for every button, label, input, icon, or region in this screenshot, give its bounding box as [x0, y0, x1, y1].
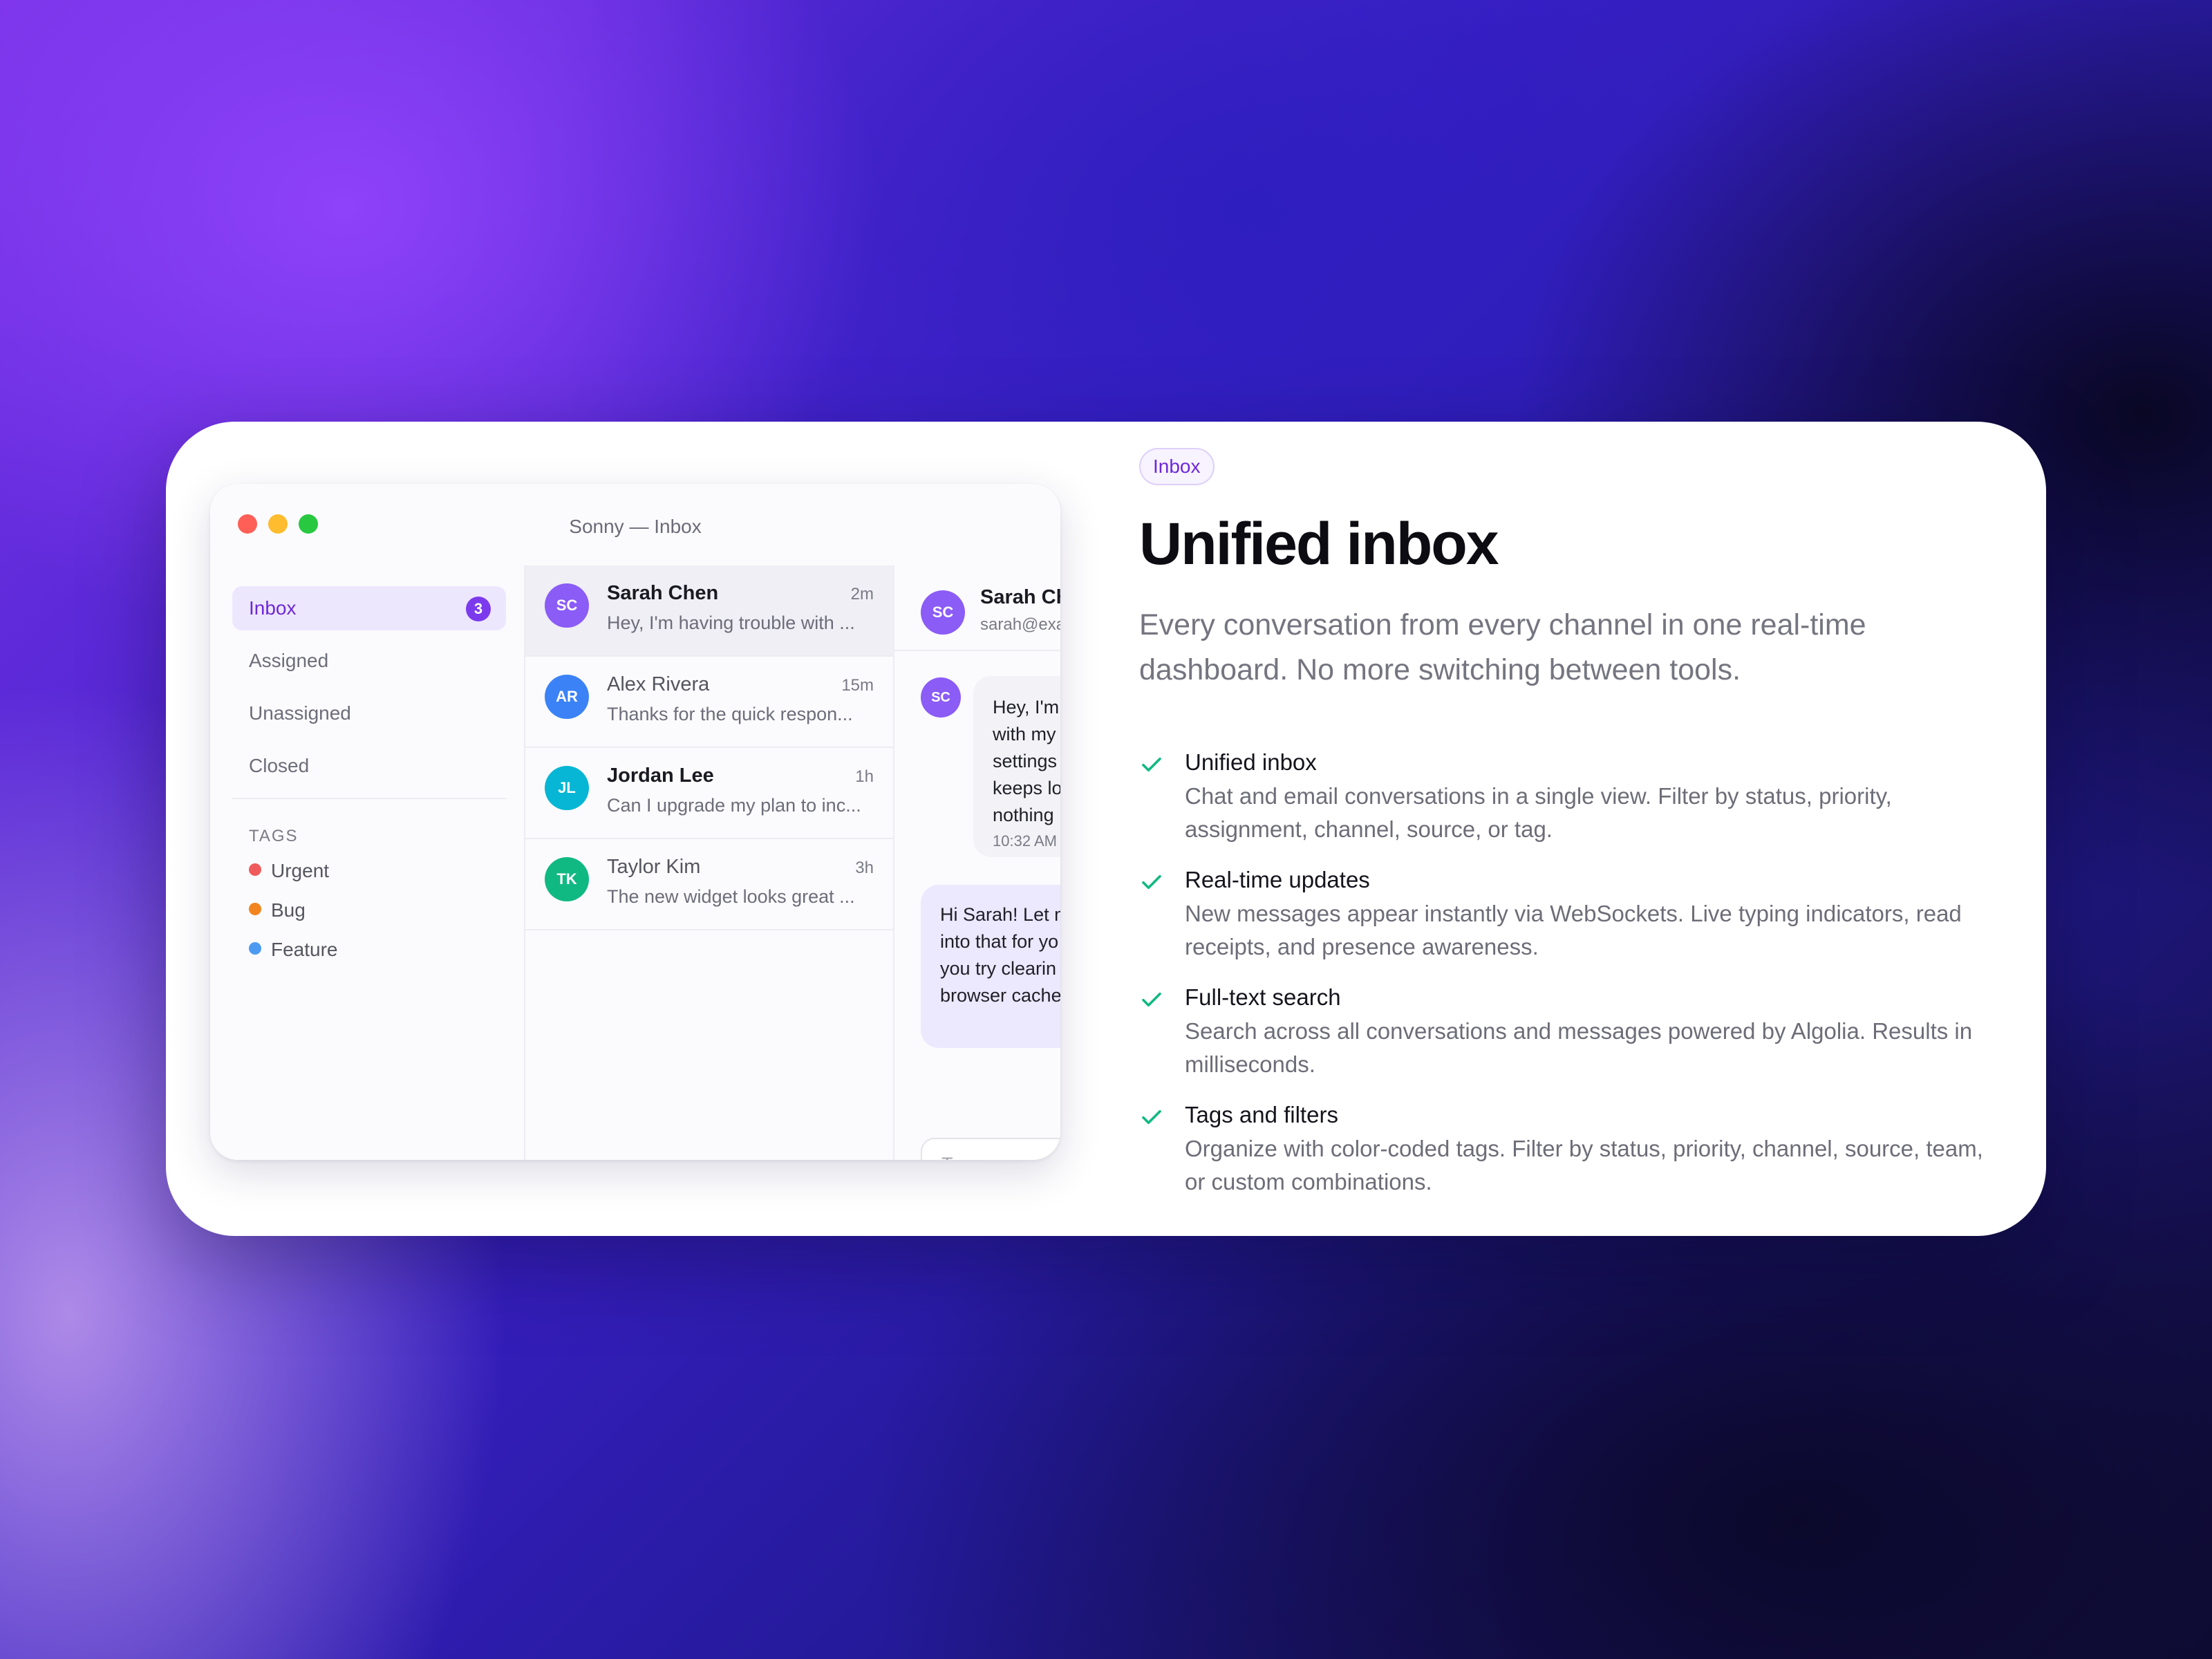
tag-feature[interactable]: Feature: [249, 939, 338, 961]
avatar: JL: [545, 766, 589, 810]
conversation-preview: Thanks for the quick respon...: [607, 704, 853, 724]
conversation-time: 3h: [855, 859, 874, 877]
check-icon: [1142, 757, 1161, 772]
conversation-preview: Hey, I'm having trouble with ...: [607, 612, 855, 633]
conversation-item[interactable]: JL Jordan Lee 1h Can I upgrade my plan t…: [525, 748, 893, 839]
app-window: Sonny — Inbox Inbox 3 Assigned Unassigne…: [210, 484, 1060, 1160]
message-avatar: SC: [921, 677, 961, 718]
sidebar-item-closed[interactable]: Closed: [232, 744, 506, 788]
tag-color-dot: [249, 942, 261, 955]
avatar: TK: [545, 857, 589, 901]
sidebar-item-label: Inbox: [249, 597, 297, 619]
conversation-name: Taylor Kim: [607, 856, 701, 878]
check-icon: [1142, 1109, 1161, 1125]
outgoing-message: Hi Sarah! Let m into that for yo you try…: [921, 885, 1060, 1048]
chat-header: SC Sarah Ch sarah@exa: [894, 565, 1060, 651]
tag-bug[interactable]: Bug: [249, 899, 306, 921]
page-subtitle: Every conversation from every channel in…: [1139, 608, 1866, 686]
conversation-time: 1h: [855, 767, 874, 786]
unread-count-badge: 3: [466, 597, 491, 621]
tag-urgent[interactable]: Urgent: [249, 860, 329, 882]
reply-input[interactable]: [921, 1138, 1060, 1160]
feature-title: Full-text search: [1185, 984, 1341, 1010]
message-time: 10:32 AM: [993, 832, 1057, 850]
sidebar: Inbox 3 Assigned Unassigned Closed TAGS …: [210, 565, 525, 1160]
tag-color-dot: [249, 863, 261, 876]
contact-avatar: SC: [921, 590, 965, 635]
sidebar-item-label: Unassigned: [249, 702, 351, 724]
conversation-name: Jordan Lee: [607, 765, 714, 787]
section-pill: Inbox: [1139, 448, 1215, 485]
avatar: AR: [545, 675, 589, 719]
conversation-name: Alex Rivera: [607, 673, 710, 695]
contact-email: sarah@exa: [980, 615, 1060, 634]
feature-title: Real-time updates: [1185, 867, 1370, 892]
contact-name: Sarah Ch: [980, 586, 1060, 608]
conversation-name: Sarah Chen: [607, 582, 719, 604]
window-titlebar: Sonny — Inbox: [210, 484, 1060, 565]
sidebar-divider: [232, 798, 506, 799]
chat-pane: SC Sarah Ch sarah@exa SC Hey, I'm with m…: [894, 565, 1060, 1160]
avatar: SC: [545, 583, 589, 628]
tag-label: Feature: [271, 939, 338, 960]
incoming-message: Hey, I'm with my settings keeps lo nothi…: [973, 676, 1060, 857]
conversation-item[interactable]: TK Taylor Kim 3h The new widget looks gr…: [525, 839, 893, 930]
check-icon: [1142, 874, 1161, 890]
tag-label: Bug: [271, 899, 306, 921]
conversation-preview: Can I upgrade my plan to inc...: [607, 795, 861, 816]
sidebar-item-label: Assigned: [249, 650, 329, 671]
conversation-item[interactable]: AR Alex Rivera 15m Thanks for the quick …: [525, 657, 893, 748]
conversation-time: 2m: [850, 585, 874, 603]
window-title: Sonny — Inbox: [569, 516, 702, 537]
feature-title: Unified inbox: [1185, 749, 1317, 775]
tags-heading: TAGS: [249, 827, 299, 845]
feature-description: Search across all conversations and mess…: [1185, 1018, 1973, 1077]
page-title: Unified inbox: [1139, 511, 1499, 577]
feature-description: Organize with color-coded tags. Filter b…: [1185, 1136, 1983, 1194]
conversation-item[interactable]: SC Sarah Chen 2m Hey, I'm having trouble…: [525, 565, 893, 657]
feature-description: Chat and email conversations in a single…: [1185, 783, 1892, 842]
conversation-time: 15m: [841, 676, 874, 695]
feature-title: Tags and filters: [1185, 1102, 1338, 1127]
sidebar-item-inbox[interactable]: Inbox 3: [232, 586, 506, 630]
conversation-preview: The new widget looks great ...: [607, 886, 855, 907]
sidebar-item-assigned[interactable]: Assigned: [232, 639, 506, 683]
tag-label: Urgent: [271, 860, 330, 881]
check-icon: [1142, 992, 1161, 1007]
sidebar-item-unassigned[interactable]: Unassigned: [232, 691, 506, 735]
feature-description: New messages appear instantly via WebSoc…: [1185, 901, 1962, 959]
conversation-list: SC Sarah Chen 2m Hey, I'm having trouble…: [525, 565, 894, 1160]
sidebar-item-label: Closed: [249, 755, 310, 776]
feature-card: Sonny — Inbox Inbox 3 Assigned Unassigne…: [166, 422, 2046, 1236]
tag-color-dot: [249, 903, 261, 915]
